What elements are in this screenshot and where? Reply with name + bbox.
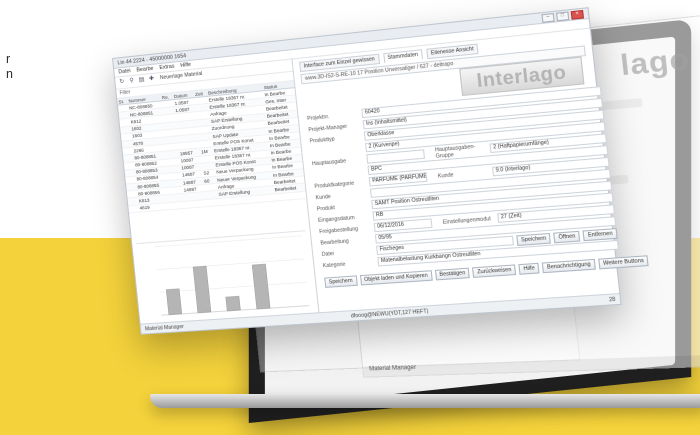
chart-bar: [193, 266, 211, 313]
chart-bar: [252, 264, 270, 309]
gridline: [154, 236, 301, 247]
product-hero: r n lago Material Manager Lin 44 2224 - …: [0, 0, 700, 435]
table-cell: 4619: [138, 201, 173, 212]
tagline-line-2: n: [6, 67, 13, 81]
action-button[interactable]: Zurückweisen: [472, 264, 517, 278]
field-label: [313, 170, 368, 175]
gridline: [157, 259, 304, 270]
status-app: Material Manager: [144, 323, 185, 332]
logo-text: Interlago: [475, 60, 568, 91]
main-app-window: Lin 44 2224 - 45000000 1654 – □ × Datei …: [112, 7, 650, 335]
file-button[interactable]: Öffnen: [553, 230, 581, 243]
chart-bar: [166, 289, 182, 315]
refresh-icon[interactable]: ↻: [118, 78, 126, 86]
filter-icon[interactable]: ⚲: [128, 77, 136, 85]
action-button[interactable]: Bestätigen: [434, 267, 471, 281]
window-body: ↻ ⚲ ▤ ✚ Neuerlage Material Filter St. Num…: [114, 28, 650, 325]
detail-pane: Interface zum Einzel gewissen Stammdaten…: [292, 28, 650, 314]
table-cell: [171, 200, 185, 210]
bar-chart-svg: [136, 231, 314, 322]
action-button[interactable]: Hilfe: [518, 262, 540, 275]
menu-help[interactable]: Hilfe: [180, 62, 191, 69]
gridline: [159, 282, 307, 292]
action-button[interactable]: Benachrichtigung: [542, 258, 596, 274]
record-table: St. Nummer Re. Datum Zeit Beschreibung Status …: [117, 81, 307, 213]
table-body: NC-808850 1.0587 Erstelle 18367 nr. In Bear…: [117, 87, 307, 213]
filter-label[interactable]: Filter: [119, 89, 131, 96]
table-cell: [205, 198, 219, 207]
field-label: Kategorie: [322, 261, 346, 269]
table-cell: [183, 199, 206, 209]
field-label: [311, 148, 366, 153]
ghost-logo: lago: [618, 41, 692, 82]
add-icon[interactable]: ✚: [148, 75, 156, 83]
maximize-button[interactable]: □: [555, 10, 570, 21]
chart-bar: [226, 296, 241, 311]
list-pane: ↻ ⚲ ▤ ✚ Neuerlage Material Filter St. Num…: [114, 58, 320, 325]
action-button[interactable]: Speichern: [324, 275, 358, 288]
laptop-base: [150, 394, 700, 408]
tagline-fragment: r n: [6, 52, 13, 82]
bar-chart: [136, 230, 315, 323]
detail-form: Projektnr. 60420 Projekt-Manager Ins (Inhal…: [307, 85, 620, 271]
print-icon[interactable]: ▤: [138, 76, 146, 84]
new-material-button[interactable]: Neuerlage Material: [160, 71, 203, 81]
status-count: 28: [608, 296, 616, 303]
tagline-line-1: r: [6, 52, 11, 66]
close-button[interactable]: ×: [570, 9, 584, 20]
minimize-button[interactable]: –: [541, 12, 555, 23]
action-button[interactable]: Objekt laden und Kopieren: [359, 270, 433, 286]
table-cell: [273, 190, 307, 201]
